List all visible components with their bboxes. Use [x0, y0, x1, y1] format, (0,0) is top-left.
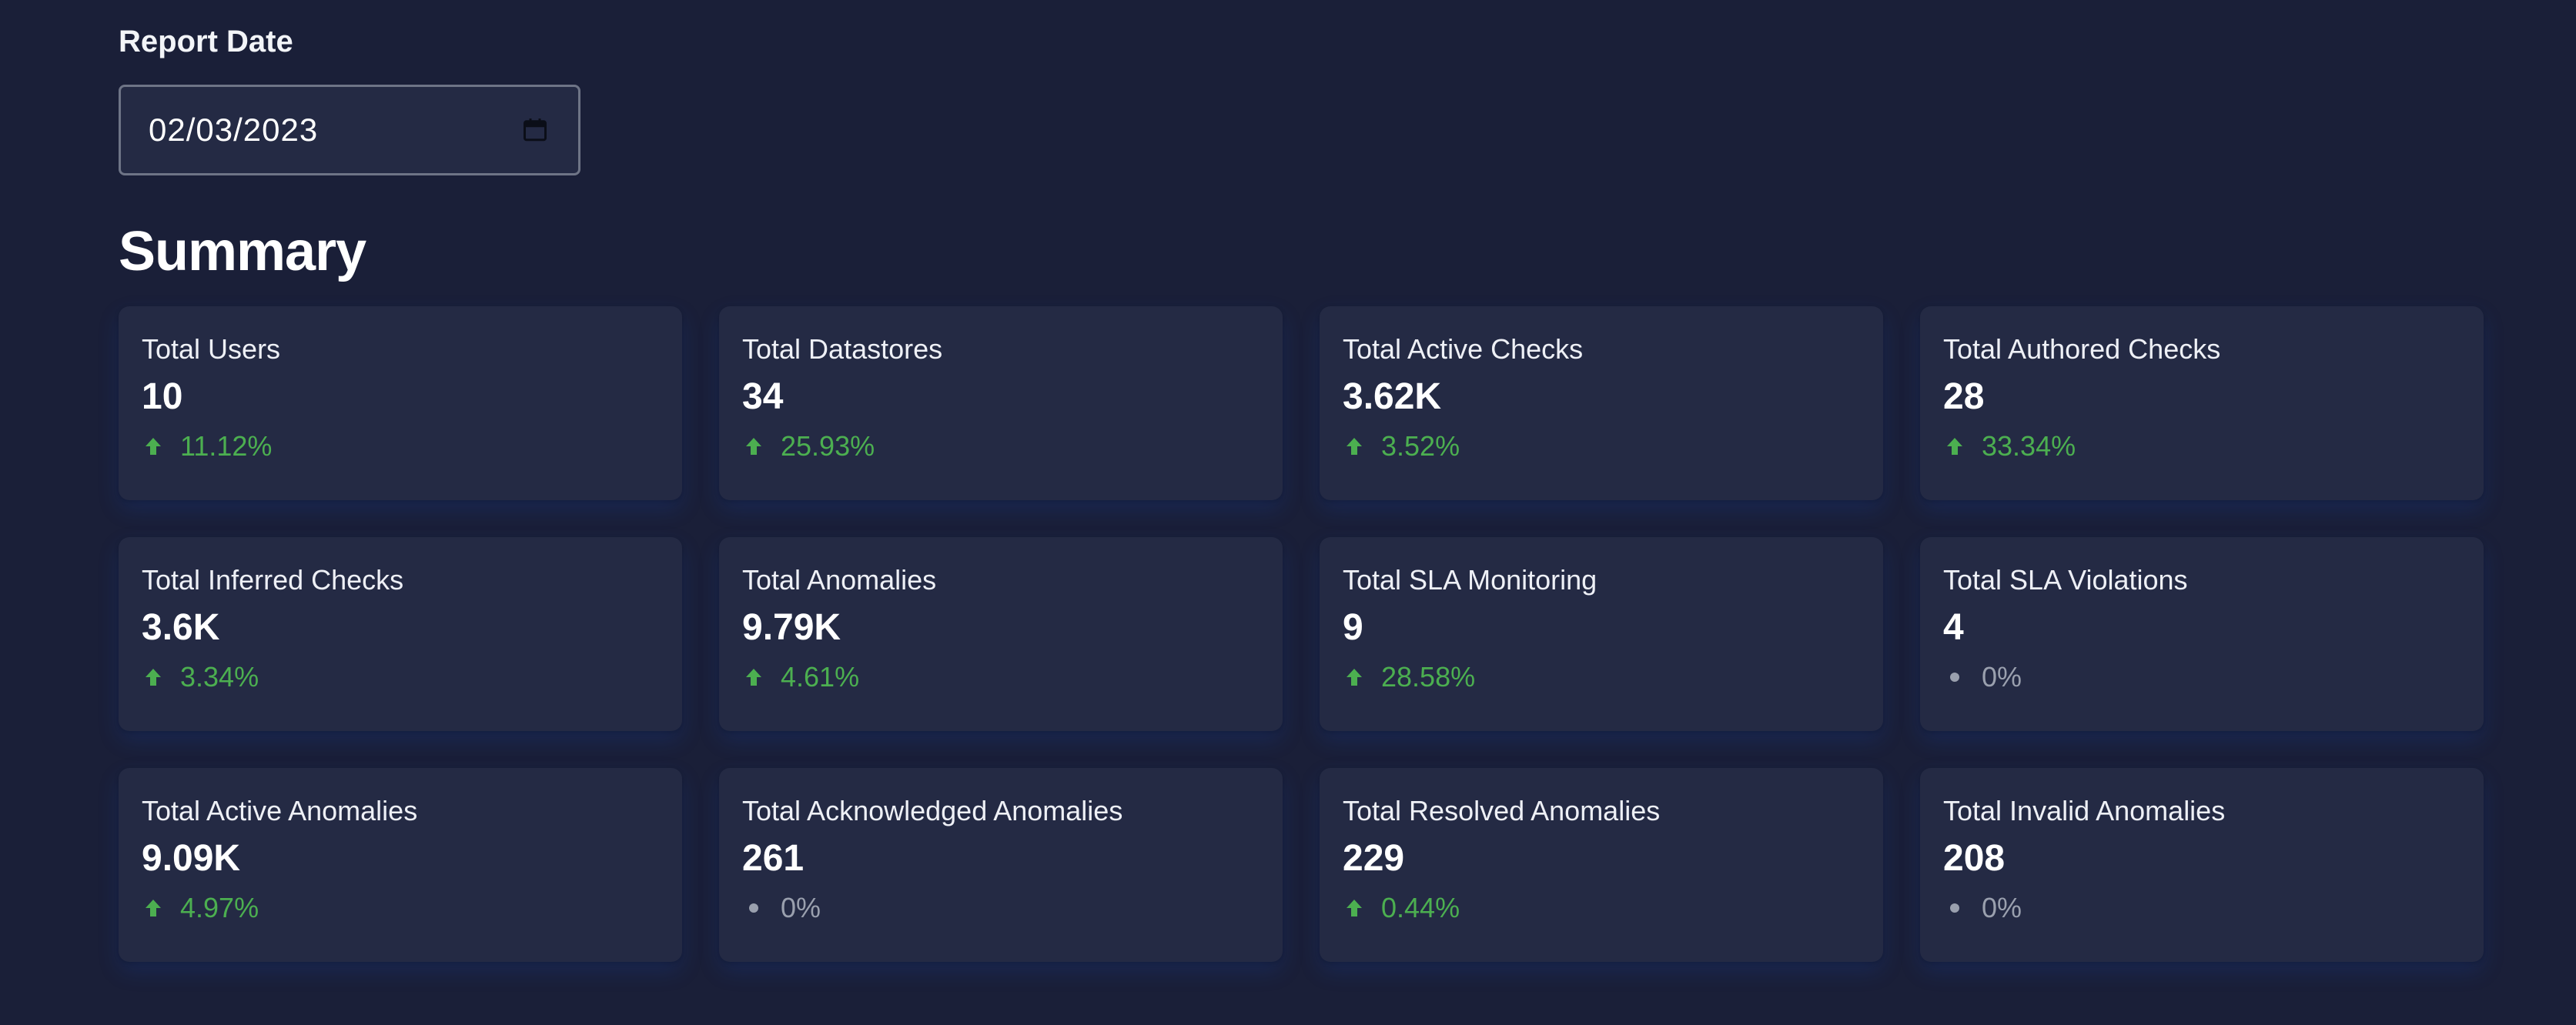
arrow-up-icon: [745, 436, 762, 456]
summary-card-change-value: 0.44%: [1381, 892, 1460, 923]
summary-card-change: 0.44%: [1343, 891, 1858, 925]
summary-card-change-value: 3.52%: [1381, 430, 1460, 462]
summary-card-change: 11.12%: [142, 429, 657, 463]
summary-card-change: 0%: [1943, 891, 2459, 925]
summary-card-change-value: 4.61%: [781, 661, 860, 693]
summary-card-change-value: 0%: [1982, 892, 2022, 923]
summary-card-label: Total Invalid Anomalies: [1943, 795, 2226, 826]
report-date-label: Report Date: [119, 25, 293, 58]
summary-card-change: 3.52%: [1343, 429, 1858, 463]
summary-card-change-value: 25.93%: [781, 430, 875, 462]
arrow-up-icon: [1346, 436, 1363, 456]
summary-card-label: Total Resolved Anomalies: [1343, 795, 1661, 826]
summary-card-change-value: 4.97%: [180, 892, 259, 923]
arrow-up-icon: [1346, 667, 1363, 687]
arrow-up-icon: [145, 436, 162, 456]
summary-card: Total Datastores 34 25.93%: [719, 306, 1283, 500]
summary-card-change: 0%: [742, 891, 1258, 925]
summary-card-value: 3.62K: [1343, 376, 1442, 417]
summary-card: Total Inferred Checks 3.6K 3.34%: [119, 537, 682, 731]
summary-card-value: 9.79K: [742, 607, 841, 648]
arrow-up-icon: [145, 667, 162, 687]
summary-card-value: 28: [1943, 376, 1985, 417]
summary-card-change: 3.34%: [142, 660, 657, 694]
summary-card-change: 4.61%: [742, 660, 1258, 694]
summary-card-label: Total Datastores: [742, 333, 943, 365]
summary-card-value: 261: [742, 838, 805, 879]
summary-card: Total SLA Violations 4 0%: [1920, 537, 2484, 731]
calendar-icon[interactable]: [521, 116, 549, 144]
summary-card-value: 4: [1943, 607, 1964, 648]
arrow-up-icon: [1346, 898, 1363, 918]
summary-card-change-value: 0%: [781, 892, 821, 923]
summary-card: Total Users 10 11.12%: [119, 306, 682, 500]
summary-card-value: 229: [1343, 838, 1405, 879]
summary-card-label: Total Users: [142, 333, 281, 365]
summary-card-value: 9.09K: [142, 838, 241, 879]
arrow-up-icon: [1946, 436, 1963, 456]
report-date-input[interactable]: 02/03/2023: [119, 85, 580, 175]
summary-title: Summary: [119, 221, 366, 282]
summary-card: Total SLA Monitoring 9 28.58%: [1320, 537, 1883, 731]
summary-card-change-value: 0%: [1982, 661, 2022, 693]
summary-card-change-value: 3.34%: [180, 661, 259, 693]
arrow-up-icon: [145, 898, 162, 918]
summary-card-change-value: 33.34%: [1982, 430, 2076, 462]
arrow-up-icon: [745, 667, 762, 687]
summary-card-label: Total Inferred Checks: [142, 564, 404, 596]
summary-card-change-value: 11.12%: [180, 430, 273, 462]
summary-card-label: Total SLA Monitoring: [1343, 564, 1597, 596]
summary-card-label: Total Active Anomalies: [142, 795, 418, 826]
dot-icon: [745, 898, 762, 918]
dot-icon: [1946, 898, 1963, 918]
summary-card-value: 3.6K: [142, 607, 220, 648]
summary-card: Total Active Anomalies 9.09K 4.97%: [119, 768, 682, 962]
dot-icon: [1946, 667, 1963, 687]
summary-card-label: Total Acknowledged Anomalies: [742, 795, 1123, 826]
summary-card-label: Total Anomalies: [742, 564, 937, 596]
summary-card-change-value: 28.58%: [1381, 661, 1476, 693]
summary-card-value: 10: [142, 376, 183, 417]
summary-card: Total Anomalies 9.79K 4.61%: [719, 537, 1283, 731]
summary-card-change: 33.34%: [1943, 429, 2459, 463]
summary-card: Total Resolved Anomalies 229 0.44%: [1320, 768, 1883, 962]
summary-cards-grid: Total Users 10 11.12% Total Datastores 34 25.…: [119, 306, 2484, 962]
report-date-value[interactable]: 02/03/2023: [149, 112, 521, 149]
summary-card-change: 28.58%: [1343, 660, 1858, 694]
summary-card-value: 208: [1943, 838, 2006, 879]
summary-card: Total Invalid Anomalies 208 0%: [1920, 768, 2484, 962]
summary-card: Total Acknowledged Anomalies 261 0%: [719, 768, 1283, 962]
summary-card-change: 0%: [1943, 660, 2459, 694]
summary-card-change: 25.93%: [742, 429, 1258, 463]
summary-card: Total Active Checks 3.62K 3.52%: [1320, 306, 1883, 500]
summary-card-label: Total Authored Checks: [1943, 333, 2221, 365]
summary-card: Total Authored Checks 28 33.34%: [1920, 306, 2484, 500]
summary-card-value: 9: [1343, 607, 1363, 648]
summary-card-label: Total SLA Violations: [1943, 564, 2188, 596]
summary-card-label: Total Active Checks: [1343, 333, 1584, 365]
summary-card-value: 34: [742, 376, 784, 417]
summary-card-change: 4.97%: [142, 891, 657, 925]
